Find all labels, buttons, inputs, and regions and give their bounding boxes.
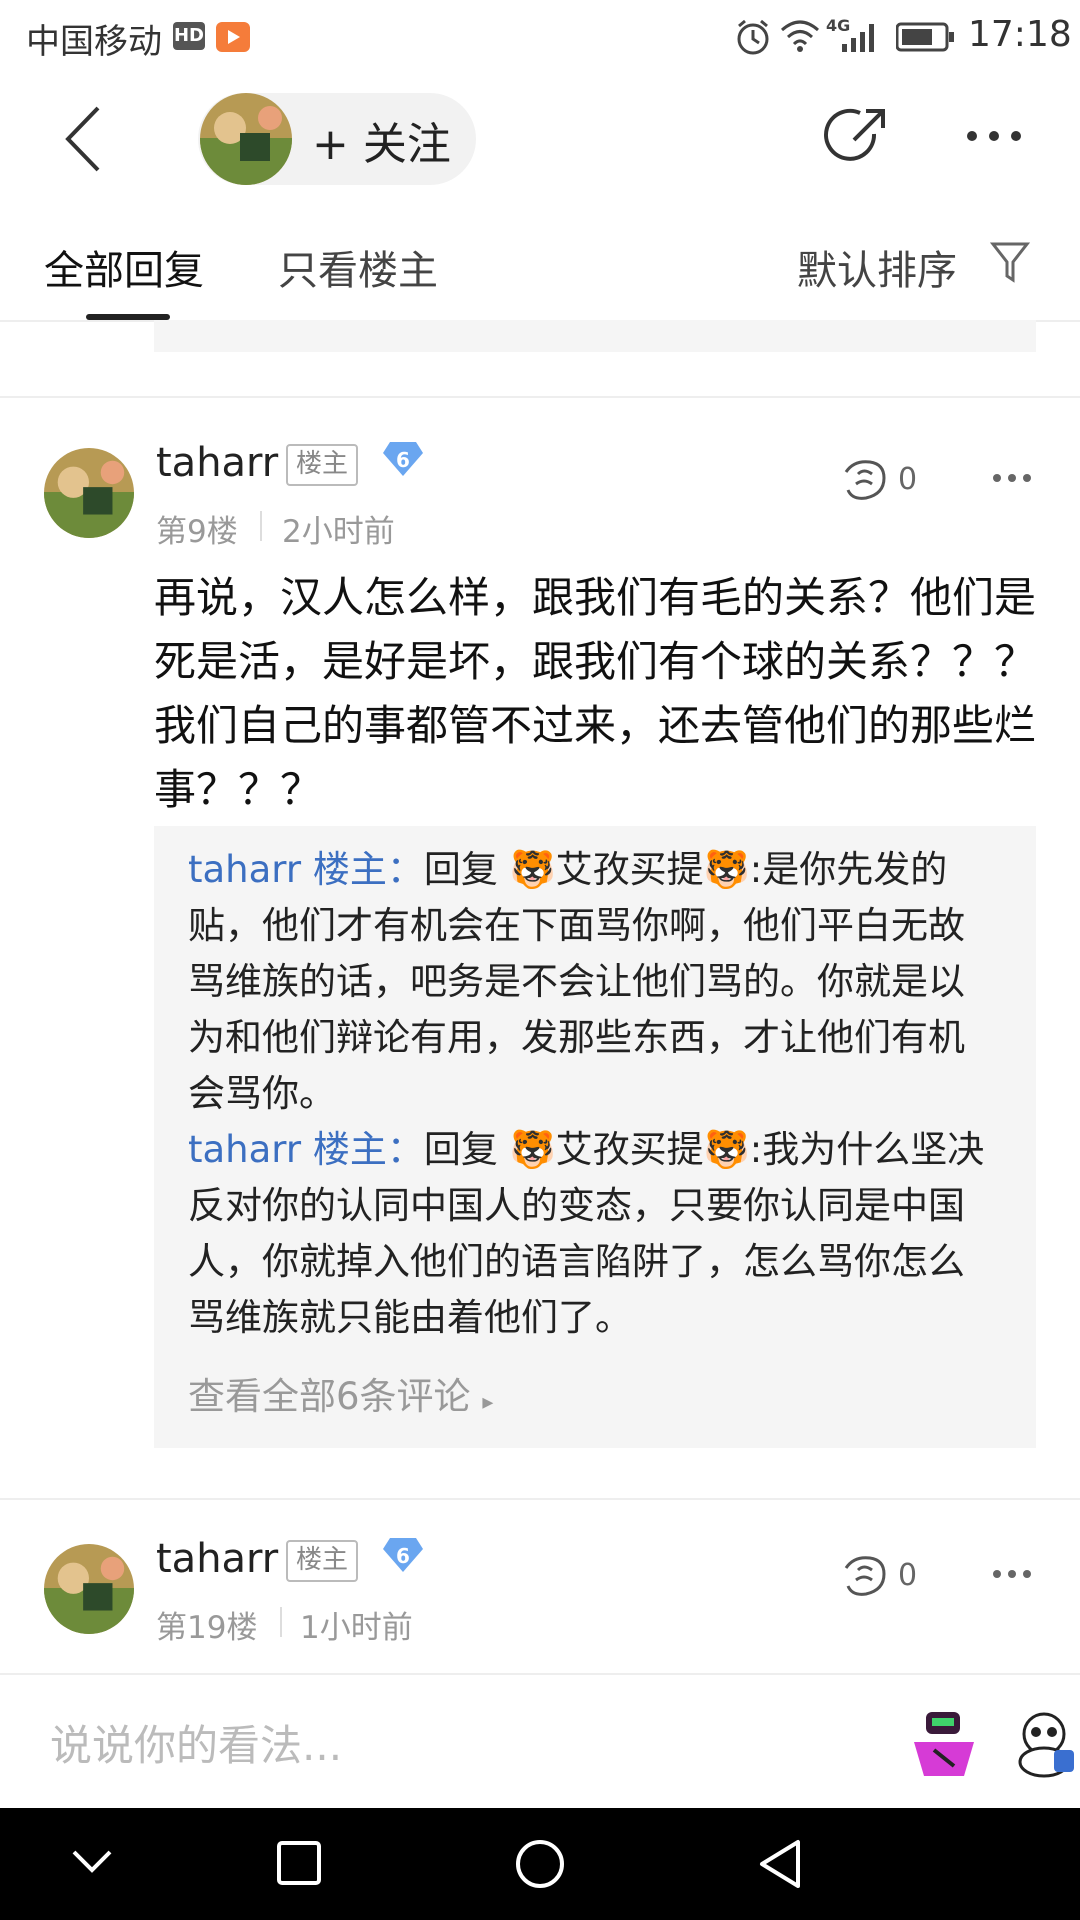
video-app-icon — [216, 22, 250, 52]
tab-owner-only[interactable]: 只看楼主 — [278, 238, 438, 296]
wifi-icon — [781, 20, 819, 52]
nav-hide-icon[interactable] — [70, 1846, 114, 1876]
like-count: 0 — [898, 1558, 918, 1593]
filter-icon[interactable] — [990, 240, 1030, 284]
reply-target-user[interactable]: 🐯艾孜买提🐯 — [510, 1128, 750, 1171]
previous-reply-box-edge — [154, 320, 1036, 352]
view-all-comments-link[interactable]: 查看全部6条评论 ▸ — [188, 1366, 493, 1420]
post-more-icon[interactable] — [992, 1568, 1032, 1580]
chevron-right-icon: ▸ — [482, 1390, 494, 1415]
level-number: 6 — [396, 448, 410, 472]
nav-recents-icon[interactable] — [276, 1840, 322, 1886]
level-number: 6 — [396, 1544, 410, 1568]
reply-target-user[interactable]: 🐯艾孜买提🐯 — [510, 848, 750, 891]
panda-sticker-icon[interactable] — [1006, 1706, 1080, 1782]
owner-badge: 楼主 — [286, 1540, 359, 1582]
signal-icon — [842, 24, 874, 52]
hd-badge: HD — [173, 22, 205, 50]
owner-badge: 楼主 — [286, 444, 359, 486]
view-all-label: 查看全部6条评论 — [188, 1375, 471, 1418]
post-time: 2小时前 — [282, 514, 395, 550]
status-bar: 中国移动 HD 4G 17:18 — [0, 0, 1080, 75]
battery-icon — [896, 22, 954, 52]
sub-reply-author[interactable]: taharr 楼主： — [188, 848, 424, 891]
sub-reply-author[interactable]: taharr 楼主： — [188, 1128, 424, 1171]
post-more-icon[interactable] — [992, 472, 1032, 484]
username[interactable]: taharr — [156, 440, 278, 486]
post-time: 1小时前 — [300, 1610, 413, 1646]
author-avatar[interactable] — [200, 93, 292, 185]
user-avatar[interactable] — [44, 448, 134, 538]
like-icon[interactable] — [840, 456, 890, 502]
carrier-name: 中国移动 — [26, 22, 162, 62]
reply-prefix: 回复 — [423, 1128, 510, 1171]
tab-all-replies[interactable]: 全部回复 — [44, 238, 204, 296]
meta-separator — [260, 511, 262, 541]
post-body-text: 再说，汉人怎么样，跟我们有毛的关系？他们是死是活，是好是坏，跟我们有个球的关系？… — [154, 573, 1037, 814]
sort-dropdown[interactable]: 默认排序 — [797, 238, 957, 296]
sub-reply: taharr 楼主：回复 🐯艾孜买提🐯:是你先发的贴，他们才有机会在下面骂你啊，… — [188, 842, 994, 1122]
alarm-icon — [737, 19, 769, 55]
sub-reply: taharr 楼主：回复 🐯艾孜买提🐯:我为什么坚决反对你的认同中国人的变态，只… — [188, 1122, 994, 1346]
floor-number: 第19楼 — [156, 1610, 258, 1646]
back-icon[interactable] — [62, 104, 106, 174]
more-icon[interactable] — [964, 128, 1024, 144]
sticker-icon[interactable] — [904, 1706, 984, 1782]
user-avatar[interactable] — [44, 1544, 134, 1634]
meta-separator — [280, 1607, 282, 1637]
nav-home-icon[interactable] — [514, 1838, 566, 1890]
like-icon[interactable] — [840, 1552, 890, 1598]
comment-input[interactable]: 说说你的看法... — [50, 1712, 342, 1773]
reply-prefix: 回复 — [423, 848, 510, 891]
follow-button[interactable]: + 关注 — [312, 108, 451, 172]
like-count: 0 — [898, 462, 918, 497]
post-divider — [0, 1498, 1080, 1500]
share-icon[interactable] — [824, 104, 890, 170]
clock-time: 17:18 — [968, 14, 1072, 55]
username[interactable]: taharr — [156, 1536, 278, 1582]
section-divider — [0, 396, 1080, 398]
nav-back-icon[interactable] — [756, 1838, 804, 1890]
sub-replies-box: taharr 楼主：回复 🐯艾孜买提🐯:是你先发的贴，他们才有机会在下面骂你啊，… — [154, 826, 1036, 1448]
floor-number: 第9楼 — [156, 514, 238, 550]
